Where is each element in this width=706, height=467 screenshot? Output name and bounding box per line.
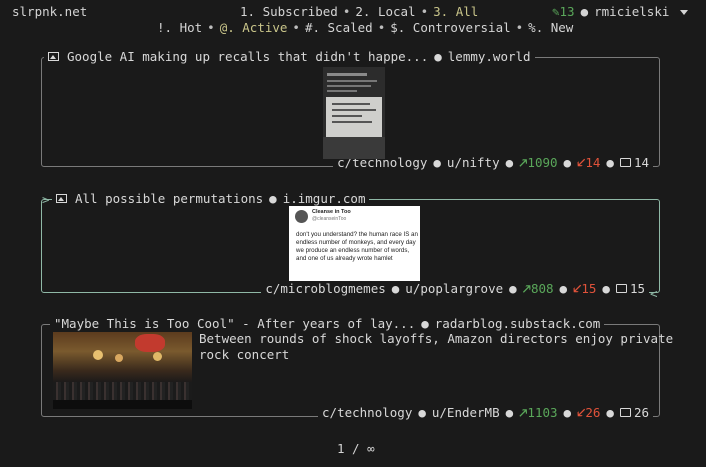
tweet-author-name: Cleanse in Too [312, 209, 351, 215]
separator-dot: ● [421, 316, 429, 331]
comment-count: 15 [629, 281, 645, 296]
image-icon [56, 194, 67, 203]
post-title[interactable]: Google AI making up recalls that didn't … [67, 49, 428, 64]
post-community[interactable]: c/technology [322, 405, 412, 420]
separator-dot: • [420, 4, 429, 19]
sort-hot[interactable]: !. Hot [157, 20, 202, 35]
post-domain[interactable]: lemmy.world [448, 49, 531, 64]
separator-dot: • [207, 20, 215, 35]
separator-dot: ● [434, 49, 442, 64]
separator-dot: • [515, 20, 524, 35]
sort-controversial[interactable]: $. Controversial [390, 20, 510, 35]
username[interactable]: rmicielski [594, 4, 669, 19]
post-title-bar[interactable]: "Maybe This is Too Cool" - After years o… [50, 316, 605, 331]
tweet-text: don't you understand? the human race IS … [296, 231, 418, 262]
karma-icon: ✎ [552, 4, 560, 19]
separator-dot: ● [559, 281, 568, 296]
post-title-bar[interactable]: Google AI making up recalls that didn't … [44, 49, 535, 64]
upvote-count: 1103 [527, 405, 558, 420]
post-author[interactable]: u/EnderMB [432, 405, 500, 420]
separator-dot: • [342, 4, 351, 19]
separator-dot: ● [563, 155, 572, 170]
comment-count: 26 [633, 405, 649, 420]
site-name[interactable]: slrpnk.net [12, 4, 87, 19]
separator-dot: ● [602, 281, 610, 296]
post-domain[interactable]: radarblog.substack.com [435, 316, 601, 331]
post-thumbnail[interactable] [53, 332, 192, 409]
separator-dot: ● [606, 405, 614, 420]
user-area[interactable]: ✎13 ● rmicielski [552, 4, 688, 19]
post-title[interactable]: All possible permutations [75, 191, 263, 206]
downvote-count: 14 [585, 155, 601, 170]
sort-tabs: !. Hot • @. Active • #. Scaled • $. Controvers… [157, 20, 573, 35]
sort-active[interactable]: @. Active [220, 20, 288, 35]
separator-dot: ● [505, 155, 514, 170]
tab-subscribed[interactable]: 1. Subscribed [240, 4, 338, 19]
separator-dot: ● [505, 405, 514, 420]
post-author[interactable]: u/poplargrove [405, 281, 503, 296]
post-title-bar[interactable]: All possible permutations ● i.imgur.com [52, 191, 370, 206]
user-score: 13 [559, 4, 575, 19]
post-excerpt-line: Between rounds of shock layoffs, Amazon … [199, 331, 674, 346]
separator-dot: • [377, 20, 386, 35]
post-excerpt: Between rounds of shock layoffs, Amazon … [199, 331, 673, 363]
comment-icon[interactable] [619, 158, 631, 167]
upvote-icon[interactable]: 🡕 [523, 281, 531, 296]
downvote-count: 15 [581, 281, 597, 296]
pagination: 1 / ∞ [337, 441, 375, 456]
comment-icon[interactable] [619, 408, 631, 417]
comment-icon[interactable] [615, 284, 627, 293]
post-author[interactable]: u/nifty [447, 155, 500, 170]
separator-dot: ● [580, 4, 589, 19]
image-icon [48, 52, 59, 61]
separator-dot: ● [269, 191, 277, 206]
sort-new[interactable]: %. New [528, 20, 573, 35]
separator-dot: ● [418, 405, 426, 420]
avatar [295, 210, 308, 223]
separator-dot: ● [563, 405, 572, 420]
separator-dot: ● [509, 281, 517, 296]
sort-scaled[interactable]: #. Scaled [305, 20, 373, 35]
post-community[interactable]: c/microblogmemes [265, 281, 385, 296]
upvote-count: 808 [530, 281, 554, 296]
upvote-count: 1090 [527, 155, 558, 170]
post-title[interactable]: "Maybe This is Too Cool" - After years o… [54, 316, 415, 331]
post-thumbnail[interactable]: Cleanse in Too @cleanseinToo don't you u… [289, 206, 420, 281]
post-thumbnail[interactable] [323, 67, 385, 159]
separator-dot: ● [433, 155, 441, 170]
tab-all[interactable]: 3. All [433, 4, 478, 19]
listing-tabs: 1. Subscribed • 2. Local • 3. All [240, 4, 478, 19]
separator-dot: ● [391, 281, 400, 296]
post-footer: c/microblogmemes ● u/poplargrove ● 🡕808 ● 🡗15 ●… [261, 280, 649, 301]
post-domain[interactable]: i.imgur.com [283, 191, 366, 206]
downvote-count: 26 [585, 405, 601, 420]
post-footer: c/technology ● u/EnderMB ● 🡕1103 ● 🡗26 ● 26 [318, 404, 653, 425]
selection-left-marker: > [42, 192, 50, 207]
tab-local[interactable]: 2. Local [355, 4, 415, 19]
tweet-author-handle: @cleanseinToo [312, 216, 347, 222]
comment-count: 14 [633, 155, 649, 170]
separator-dot: ● [606, 155, 614, 170]
selection-right-marker: < [650, 286, 658, 301]
separator-dot: • [292, 20, 300, 35]
caret-down-icon[interactable] [679, 10, 688, 15]
post-excerpt-line: rock concert [199, 347, 290, 362]
